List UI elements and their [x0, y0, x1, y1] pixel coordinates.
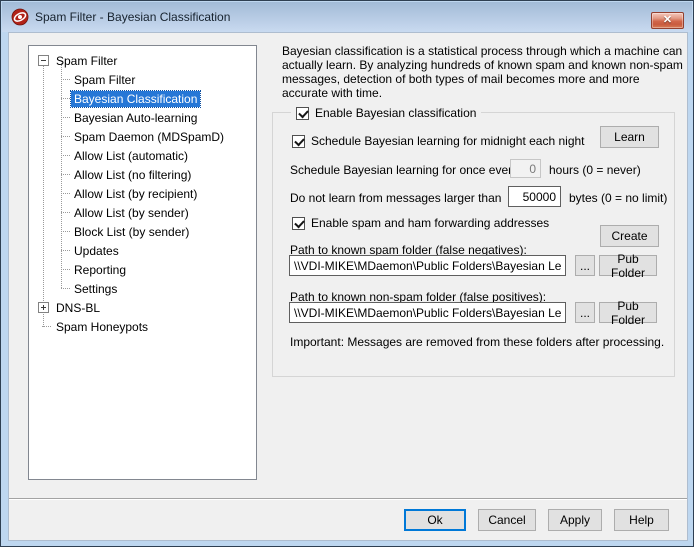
sidebar-item-allow-list-by-sender[interactable]: Allow List (by sender) [29, 203, 256, 222]
sidebar-item-bayesian-auto-learning[interactable]: Bayesian Auto-learning [29, 108, 256, 127]
important-note: Important: Messages are removed from the… [290, 335, 664, 349]
sidebar-item-allow-list-automatic[interactable]: Allow List (automatic) [29, 146, 256, 165]
ham-path-browse-button[interactable]: ... [575, 302, 595, 323]
max-size-suffix: bytes (0 = no limit) [569, 191, 667, 205]
tree-item-label: Spam Daemon (MDSpamD) [71, 129, 227, 145]
enable-bayesian-row: Enable Bayesian classification [291, 105, 481, 121]
ham-path-pub-folder-button[interactable]: Pub Folder [599, 302, 657, 323]
sidebar-item-dns-bl[interactable]: DNS-BL [29, 298, 256, 317]
apply-button[interactable]: Apply [548, 509, 602, 531]
schedule-midnight-label: Schedule Bayesian learning for midnight … [311, 134, 585, 148]
once-every-label: Schedule Bayesian learning for once ever… [290, 163, 518, 177]
collapse-expander-icon[interactable] [38, 55, 49, 66]
sidebar-item-spam-daemon[interactable]: Spam Daemon (MDSpamD) [29, 127, 256, 146]
forwarding-row: Enable spam and ham forwarding addresses [292, 216, 549, 230]
tree-item-label: Allow List (by sender) [71, 205, 192, 221]
tree-item-label: Allow List (no filtering) [71, 167, 194, 183]
enable-bayesian-label: Enable Bayesian classification [315, 106, 476, 120]
enable-bayesian-checkbox[interactable] [296, 107, 309, 120]
tree-item-label: Block List (by sender) [71, 224, 192, 240]
sidebar-item-updates[interactable]: Updates [29, 241, 256, 260]
tree-item-label: Settings [71, 281, 120, 297]
sidebar-item-spam-honeypots[interactable]: Spam Honeypots [29, 317, 256, 336]
dialog-window: Spam Filter - Bayesian Classification ✕ … [0, 0, 694, 547]
spam-path-input[interactable] [289, 255, 566, 276]
cancel-button[interactable]: Cancel [478, 509, 536, 531]
window-title: Spam Filter - Bayesian Classification [35, 10, 230, 24]
tree-item-label: Bayesian Auto-learning [71, 110, 200, 126]
learn-button[interactable]: Learn [600, 126, 659, 148]
mdaemon-spam-filter-icon [11, 8, 29, 26]
spam-path-browse-button[interactable]: ... [575, 255, 595, 276]
forwarding-checkbox[interactable] [292, 217, 305, 230]
sidebar-item-block-list-by-sender[interactable]: Block List (by sender) [29, 222, 256, 241]
tree-item-label: DNS-BL [53, 300, 103, 316]
tree-item-label: Allow List (by recipient) [71, 186, 200, 202]
tree-item-label: Spam Honeypots [53, 319, 151, 335]
sidebar-item-spam-filter[interactable]: Spam Filter [29, 70, 256, 89]
schedule-midnight-checkbox[interactable] [292, 135, 305, 148]
create-button[interactable]: Create [600, 225, 659, 247]
tree-item-label: Updates [71, 243, 122, 259]
ham-path-input[interactable] [289, 302, 566, 323]
tree-item-label: Allow List (automatic) [71, 148, 191, 164]
sidebar-item-bayesian-classification[interactable]: Bayesian Classification [29, 89, 256, 108]
forwarding-label: Enable spam and ham forwarding addresses [311, 216, 549, 230]
close-icon: ✕ [663, 15, 672, 26]
tree-item-label: Spam Filter [53, 53, 120, 69]
max-size-label: Do not learn from messages larger than [290, 191, 501, 205]
description-text: Bayesian classification is a statistical… [282, 44, 688, 100]
footer-separator [9, 498, 687, 500]
sidebar-item-allow-list-no-filtering[interactable]: Allow List (no filtering) [29, 165, 256, 184]
sidebar-item-spam-filter-root[interactable]: Spam Filter [29, 51, 256, 70]
sidebar-item-allow-list-by-recipient[interactable]: Allow List (by recipient) [29, 184, 256, 203]
bayesian-groupbox: Enable Bayesian classification Schedule … [272, 112, 675, 377]
settings-tree: Spam Filter Spam Filter Bayesian Classif… [28, 45, 257, 480]
help-button[interactable]: Help [614, 509, 669, 531]
sidebar-item-settings[interactable]: Settings [29, 279, 256, 298]
tree-item-label: Spam Filter [71, 72, 138, 88]
dialog-client-area: Spam Filter Spam Filter Bayesian Classif… [8, 32, 688, 541]
expand-expander-icon[interactable] [38, 302, 49, 313]
once-every-suffix: hours (0 = never) [549, 163, 641, 177]
tree-item-label: Bayesian Classification [71, 91, 200, 107]
close-button[interactable]: ✕ [651, 12, 684, 29]
schedule-midnight-row: Schedule Bayesian learning for midnight … [292, 134, 585, 148]
once-every-input[interactable] [510, 159, 541, 178]
max-size-input[interactable] [508, 186, 561, 207]
ok-button[interactable]: Ok [404, 509, 466, 531]
sidebar-item-reporting[interactable]: Reporting [29, 260, 256, 279]
title-bar: Spam Filter - Bayesian Classification [2, 2, 692, 32]
spam-path-pub-folder-button[interactable]: Pub Folder [599, 255, 657, 276]
tree-item-label: Reporting [71, 262, 129, 278]
